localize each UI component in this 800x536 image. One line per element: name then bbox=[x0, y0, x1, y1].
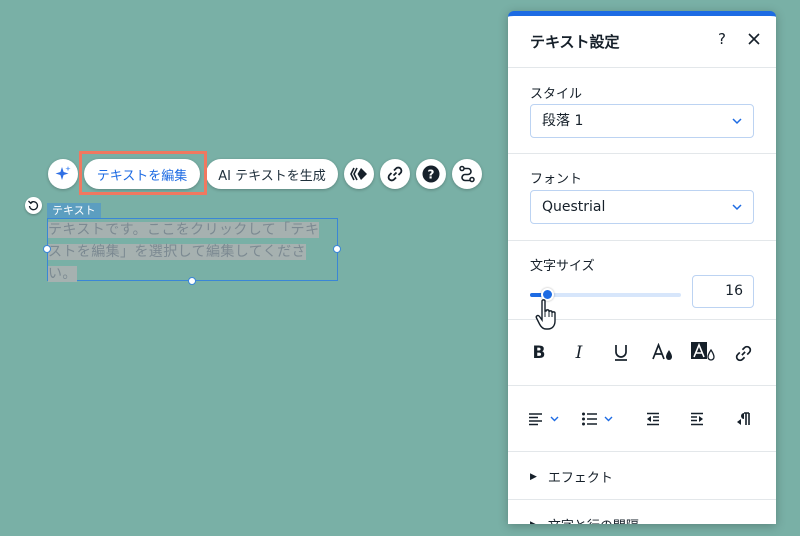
paragraph-line-3: い。 bbox=[48, 266, 77, 282]
italic-icon[interactable]: I bbox=[566, 340, 592, 366]
ai-generate-text-label: AI テキストを生成 bbox=[218, 168, 326, 184]
resize-handle-left[interactable] bbox=[43, 245, 51, 253]
spacing-section[interactable]: ▶ 文字と行の間隔 bbox=[508, 500, 776, 524]
chevron-down-icon bbox=[732, 118, 742, 125]
element-type-tag: テキスト bbox=[47, 203, 101, 218]
resize-handle-right[interactable] bbox=[333, 245, 341, 253]
ai-generate-text-button[interactable]: AI テキストを生成 bbox=[206, 159, 338, 189]
text-element-selection[interactable]: テキストです。ここをクリックして「テキ ストを編集」を選択して編集してくださ い… bbox=[43, 218, 341, 285]
font-size-label: 文字サイズ bbox=[530, 259, 595, 274]
paragraph-text[interactable]: テキストです。ここをクリックして「テキ ストを編集」を選択して編集してくださ い… bbox=[48, 219, 334, 285]
panel-title: テキスト設定 bbox=[530, 33, 620, 51]
style-dropdown[interactable]: 段落 1 bbox=[530, 104, 754, 138]
text-settings-panel: テキスト設定 ? スタイル 段落 1 フォント Questrial 文字サイズ bbox=[508, 11, 776, 524]
animation-button[interactable] bbox=[344, 159, 374, 189]
font-size-section: 文字サイズ 16 bbox=[508, 241, 776, 330]
font-label: フォント bbox=[530, 172, 583, 187]
svg-text:?: ? bbox=[428, 168, 435, 182]
text-direction-icon[interactable] bbox=[730, 406, 756, 432]
connect-path-icon bbox=[459, 165, 475, 183]
spacing-label: 文字と行の間隔 bbox=[548, 515, 639, 524]
rotate-handle[interactable] bbox=[25, 197, 42, 214]
font-dropdown[interactable]: Questrial bbox=[530, 190, 754, 224]
highlight-color-icon[interactable] bbox=[691, 340, 717, 366]
link-icon bbox=[387, 166, 403, 182]
font-size-input[interactable]: 16 bbox=[692, 275, 754, 308]
link-button[interactable] bbox=[380, 159, 410, 189]
paragraph-format-section bbox=[508, 386, 776, 452]
link-icon[interactable] bbox=[730, 340, 756, 366]
bold-icon[interactable]: B bbox=[526, 340, 552, 366]
help-button[interactable]: ? bbox=[416, 159, 446, 189]
connect-button[interactable] bbox=[452, 159, 482, 189]
style-label: スタイル bbox=[530, 87, 583, 102]
style-dropdown-value: 段落 1 bbox=[542, 113, 584, 129]
close-icon[interactable] bbox=[748, 30, 760, 49]
indent-icon[interactable] bbox=[684, 406, 710, 432]
effects-section[interactable]: ▶ エフェクト bbox=[508, 452, 776, 500]
edit-text-highlight bbox=[79, 151, 207, 195]
underline-icon[interactable] bbox=[608, 340, 634, 366]
paragraph-line-2: ストを編集」を選択して編集してくださ bbox=[48, 244, 306, 260]
help-circle-icon: ? bbox=[422, 165, 440, 183]
text-format-section: B I bbox=[508, 320, 776, 386]
style-section: スタイル 段落 1 bbox=[508, 68, 776, 154]
animation-icon bbox=[350, 167, 367, 181]
sparkle-icon bbox=[55, 166, 71, 180]
font-dropdown-value: Questrial bbox=[542, 199, 606, 215]
caret-right-icon: ▶ bbox=[530, 471, 537, 482]
paragraph-line-1: テキストです。ここをクリックして「テキ bbox=[48, 222, 320, 238]
bullet-list-dropdown-icon[interactable] bbox=[580, 406, 616, 432]
spacing-toggle[interactable]: ▶ 文字と行の間隔 bbox=[530, 515, 639, 524]
font-section: フォント Questrial bbox=[508, 154, 776, 241]
effects-label: エフェクト bbox=[547, 471, 613, 486]
effects-toggle[interactable]: ▶ エフェクト bbox=[530, 467, 613, 486]
resize-handle-bottom[interactable] bbox=[188, 277, 196, 285]
caret-right-icon: ▶ bbox=[530, 520, 537, 525]
ai-sparkle-button[interactable] bbox=[48, 159, 78, 189]
text-color-icon[interactable] bbox=[650, 340, 676, 366]
outdent-icon[interactable] bbox=[640, 406, 666, 432]
chevron-down-icon bbox=[732, 204, 742, 211]
panel-header: テキスト設定 ? bbox=[508, 16, 776, 68]
align-left-dropdown-icon[interactable] bbox=[526, 406, 562, 432]
help-icon[interactable]: ? bbox=[718, 30, 726, 48]
rotate-icon bbox=[28, 200, 39, 211]
